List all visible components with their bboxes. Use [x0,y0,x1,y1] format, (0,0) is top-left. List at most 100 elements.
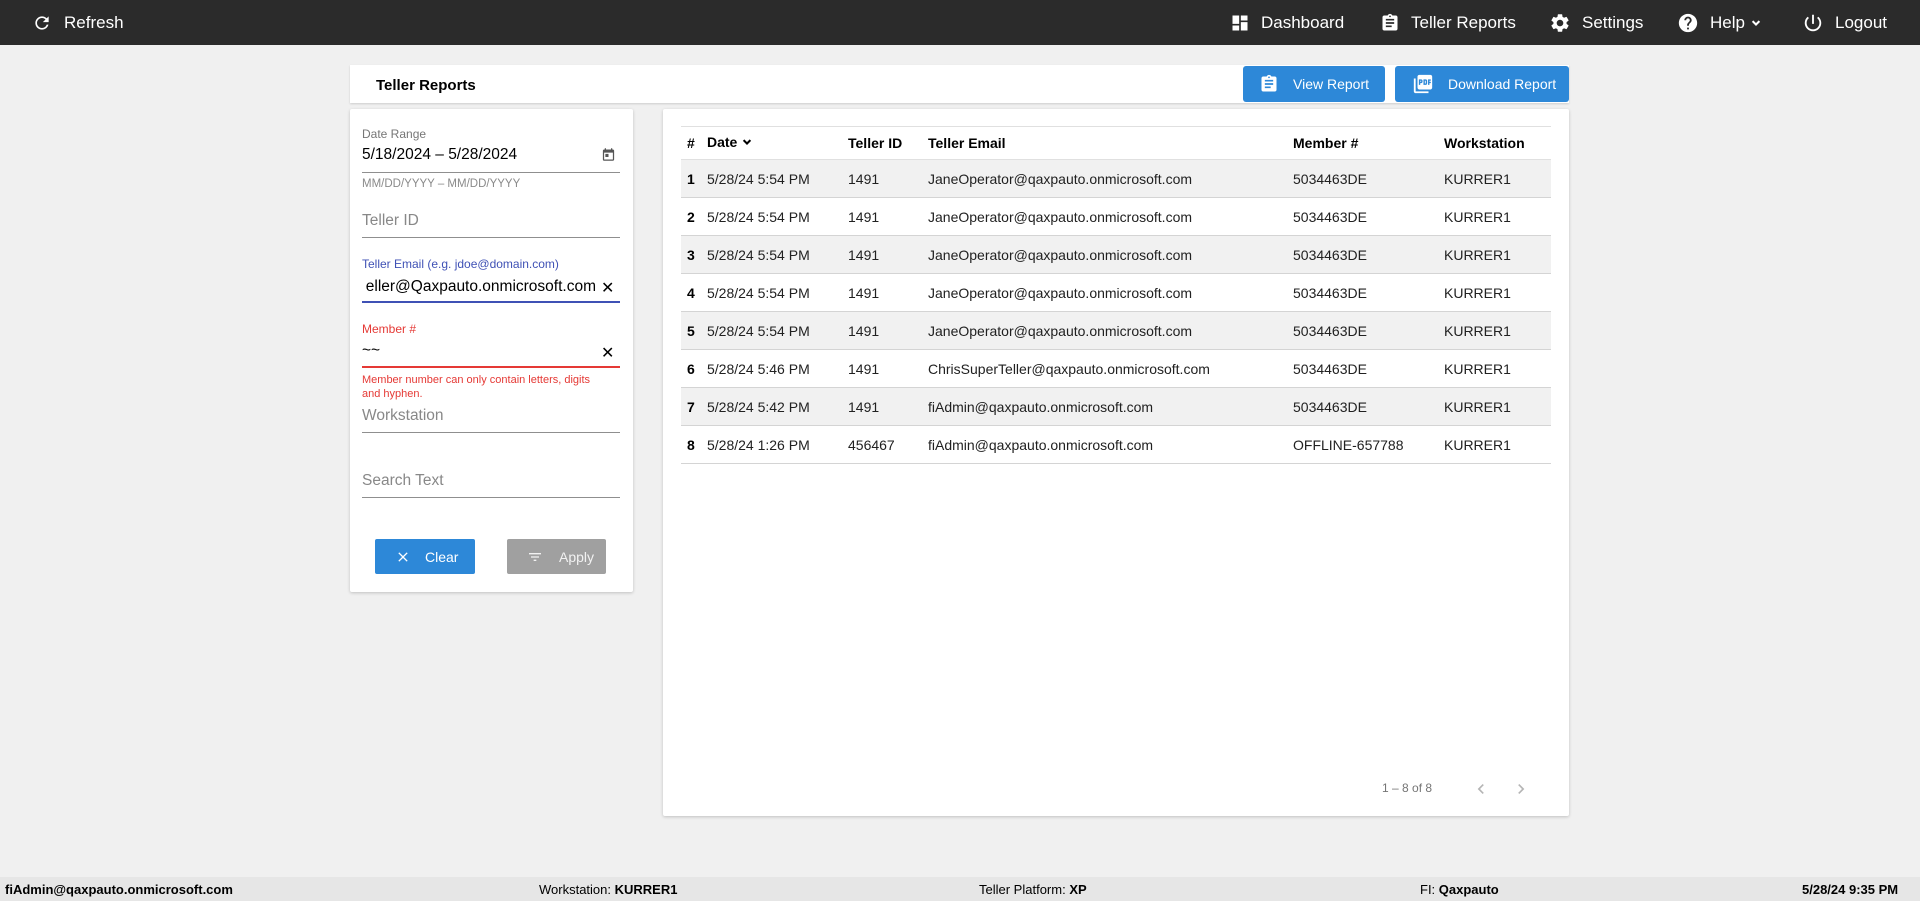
member-number-error: Member number can only contain letters, … [362,374,591,386]
cell-teller-email: JaneOperator@qaxpauto.onmicrosoft.com [928,311,1293,350]
table-row[interactable]: 6 5/28/24 5:46 PM 1491 ChrisSuperTeller@… [681,349,1551,388]
status-platform-label: Teller Platform: [979,882,1070,897]
view-report-button[interactable]: View Report [1243,66,1385,102]
cell-member-number: 5034463DE [1293,197,1444,236]
nav-dashboard-label: Dashboard [1261,12,1345,32]
table-row[interactable]: 8 5/28/24 1:26 PM 456467 fiAdmin@qaxpaut… [681,425,1551,464]
status-fi: FI: Qaxpauto [1420,882,1499,897]
dashboard-icon [1230,13,1250,33]
nav-teller-reports-label: Teller Reports [1411,12,1516,32]
cell-workstation: KURRER1 [1444,159,1551,198]
cell-workstation: KURRER1 [1444,235,1551,274]
cell-workstation: KURRER1 [1444,349,1551,388]
status-fi-value: Qaxpauto [1438,882,1499,897]
table-row[interactable]: 1 5/28/24 5:54 PM 1491 JaneOperator@qaxp… [681,159,1551,198]
cell-member-number: 5034463DE [1293,387,1444,426]
col-header-teller-id[interactable]: Teller ID [848,126,928,160]
nav-settings[interactable]: Settings [1549,0,1643,45]
help-circle-icon [1677,12,1699,34]
date-range-input[interactable]: 5/18/2024 – 5/28/2024 [362,146,517,164]
cell-date: 5/28/24 5:54 PM [707,197,848,236]
col-header-date[interactable]: Date [707,126,848,160]
nav-settings-label: Settings [1582,12,1644,32]
pagination-range: 1 – 8 of 8 [1382,781,1433,795]
calendar-icon[interactable] [601,147,616,167]
col-header-index: # [681,126,707,160]
table-row[interactable]: 2 5/28/24 5:54 PM 1491 JaneOperator@qaxp… [681,197,1551,236]
workstation-input[interactable]: Workstation [362,407,444,425]
cell-teller-id: 1491 [848,235,928,274]
date-range-underline [362,172,620,173]
cell-member-number: OFFLINE-657788 [1293,425,1444,464]
status-user: fiAdmin@qaxpauto.onmicrosoft.com [5,882,233,897]
cell-teller-id: 1491 [848,349,928,388]
teller-email-input[interactable]: eller@Qaxpauto.onmicrosoft.com [362,277,598,299]
nav-help-menu[interactable]: Help [1677,0,1763,45]
next-page-button[interactable] [1509,777,1533,801]
clipboard-icon [1380,12,1400,34]
member-number-label: Member # [362,322,417,336]
status-datetime: 5/28/24 9:35 PM [1802,882,1899,897]
cell-date: 5/28/24 5:46 PM [707,349,848,388]
clipboard-icon [1259,73,1279,95]
cell-teller-email: JaneOperator@qaxpauto.onmicrosoft.com [928,235,1293,274]
col-header-teller-email[interactable]: Teller Email [928,126,1293,160]
teller-id-input[interactable]: Teller ID [362,212,419,230]
pdf-icon [1412,73,1434,95]
download-report-button[interactable]: Download Report [1395,66,1569,102]
cell-workstation: KURRER1 [1444,197,1551,236]
nav-help-label: Help [1710,12,1745,32]
nav-dashboard[interactable]: Dashboard [1230,0,1344,45]
col-header-workstation[interactable]: Workstation [1444,126,1551,160]
logout-button[interactable]: Logout [1802,0,1887,45]
chevron-down-icon [1749,16,1763,30]
results-table: # Date Teller ID Teller Email Member # W… [681,126,1551,464]
teller-email-underline [362,301,620,303]
clear-email-icon[interactable]: ✕ [601,278,614,298]
close-icon [395,549,411,565]
cell-workstation: KURRER1 [1444,311,1551,350]
member-number-error-line2: and hyphen. [362,388,423,400]
cell-index: 7 [681,387,707,426]
page-title: Teller Reports [376,77,476,94]
cell-workstation: KURRER1 [1444,425,1551,464]
cell-index: 8 [681,425,707,464]
cell-teller-id: 1491 [848,197,928,236]
cell-teller-email: JaneOperator@qaxpauto.onmicrosoft.com [928,197,1293,236]
cell-workstation: KURRER1 [1444,387,1551,426]
prev-page-button[interactable] [1469,777,1493,801]
table-row[interactable]: 7 5/28/24 5:42 PM 1491 fiAdmin@qaxpauto.… [681,387,1551,426]
cell-index: 1 [681,159,707,198]
refresh-label: Refresh [64,12,124,32]
logout-label: Logout [1835,12,1887,32]
table-row[interactable]: 4 5/28/24 5:54 PM 1491 JaneOperator@qaxp… [681,273,1551,312]
cell-teller-id: 1491 [848,311,928,350]
gear-icon [1549,12,1571,34]
refresh-button[interactable]: Refresh [32,0,124,45]
status-platform-value: XP [1069,882,1087,897]
cell-member-number: 5034463DE [1293,311,1444,350]
teller-email-value: eller@Qaxpauto.onmicrosoft.com [365,278,596,295]
cell-member-number: 5034463DE [1293,235,1444,274]
workstation-underline [362,432,620,433]
sort-desc-icon [740,135,754,152]
clear-member-icon[interactable]: ✕ [601,343,614,363]
nav-teller-reports[interactable]: Teller Reports [1380,0,1516,45]
cell-date: 5/28/24 5:54 PM [707,235,848,274]
table-row[interactable]: 5 5/28/24 5:54 PM 1491 JaneOperator@qaxp… [681,311,1551,350]
cell-member-number: 5034463DE [1293,159,1444,198]
apply-button[interactable]: Apply [507,539,606,574]
member-number-input[interactable]: ~~ [362,342,380,360]
clear-button[interactable]: Clear [375,539,475,574]
table-row[interactable]: 3 5/28/24 5:54 PM 1491 JaneOperator@qaxp… [681,235,1551,274]
cell-index: 2 [681,197,707,236]
status-fi-label: FI: [1420,882,1439,897]
search-text-input[interactable]: Search Text [362,472,444,490]
filter-icon [525,549,545,565]
cell-teller-id: 1491 [848,387,928,426]
cell-date: 5/28/24 1:26 PM [707,425,848,464]
cell-teller-id: 1491 [848,159,928,198]
status-workstation: Workstation: KURRER1 [539,882,677,897]
col-header-member-number[interactable]: Member # [1293,126,1444,160]
clear-label: Clear [425,548,459,565]
